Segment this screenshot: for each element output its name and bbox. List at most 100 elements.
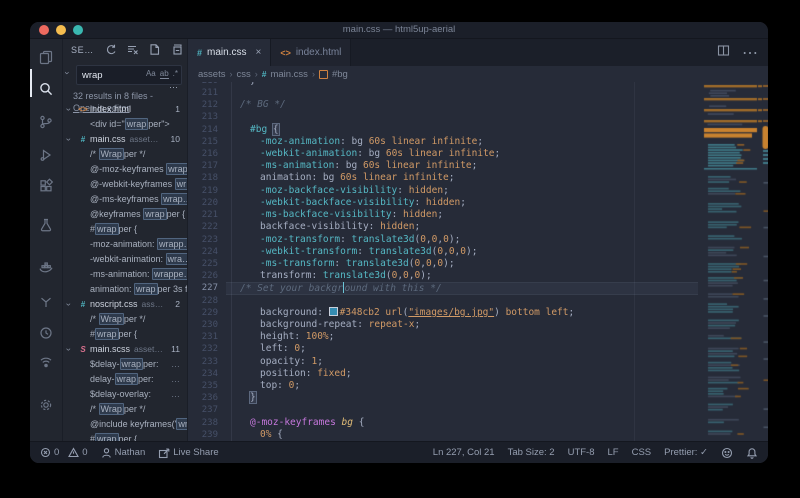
run-debug-icon[interactable] [30,143,62,167]
file-path-detail: asset… [130,134,159,144]
cursor-position[interactable]: Ln 227, Col 21 [433,447,495,458]
code-line[interactable]: 233opacity: 1; [188,356,768,368]
problems-errors[interactable]: 0 [40,447,59,458]
code-line[interactable]: 238@-moz-keyframes bg { [188,417,768,429]
clear-results-icon[interactable] [126,43,139,58]
code-line[interactable]: 229background: #348cb2 url("images/bg.jp… [188,307,768,319]
account-status[interactable]: Nathan [101,447,146,459]
explorer-icon[interactable] [30,45,62,69]
search-result-match-row[interactable]: -webkit-animation: wra… [63,252,187,267]
code-line[interactable]: 220-webkit-backface-visibility: hidden; [188,197,768,209]
search-result-match-row[interactable]: @include keyframes('wr… [63,417,187,432]
tab-index-html[interactable]: <> index.html [271,39,351,66]
code-line[interactable]: 211 [188,87,768,99]
search-result-match-row[interactable]: -moz-animation: wrapp… [63,237,187,252]
language-mode[interactable]: CSS [632,447,652,458]
search-result-match-row[interactable]: $delay-wrapper:… [63,357,187,372]
search-result-match-row[interactable]: /* Wrapper */ [63,402,187,417]
toggle-replace-chevron-icon[interactable]: › [63,72,73,75]
code-line[interactable]: 224-webkit-transform: translate3d(0,0,0)… [188,246,768,258]
tab-size-indicator[interactable]: Tab Size: 2 [508,447,555,458]
close-tab-icon[interactable]: × [255,47,261,58]
code-line[interactable]: 230background-repeat: repeat-x; [188,319,768,331]
search-result-match-row[interactable]: #wrapper { [63,222,187,237]
search-icon[interactable] [30,77,62,101]
settings-gear-icon[interactable] [30,393,62,417]
toggle-search-details-button[interactable]: ⋯ [169,82,179,93]
live-server-icon[interactable] [30,351,62,375]
terraform-icon[interactable] [30,290,62,314]
code-line[interactable]: 222backface-visibility: hidden; [188,221,768,233]
code-line[interactable]: 225-ms-transform: translate3d(0,0,0); [188,258,768,270]
code-line[interactable]: 236} [188,392,768,404]
code-line[interactable]: 215-moz-animation: bg 60s linear infinit… [188,136,768,148]
extensions-icon[interactable] [30,174,62,198]
search-result-match-row[interactable]: #wrapper { [63,432,187,441]
collapse-all-icon[interactable] [170,43,183,58]
code-line[interactable]: 226transform: translate3d(0,0,0); [188,270,768,282]
search-result-match-row[interactable]: $delay-overlay:… [63,387,187,402]
search-result-file-row[interactable]: ›Smain.scssasset…11 [63,342,187,357]
expand-chevron-icon[interactable]: › [63,348,76,351]
code-line[interactable]: 217-ms-animation: bg 60s linear infinite… [188,160,768,172]
more-actions-icon[interactable]: ⋯ [742,43,758,63]
breadcrumb-item[interactable]: css [236,69,250,80]
code-line[interactable]: 235top: 0; [188,380,768,392]
search-result-match-row[interactable]: <div id="wrapper"> [63,117,187,132]
search-result-file-row[interactable]: ›#noscript.cssass…2 [63,297,187,312]
prettier-status[interactable]: Prettier: ✓ [664,447,708,458]
search-result-match-row[interactable]: @-ms-keyframes wrap… [63,192,187,207]
breadcrumb-item[interactable]: assets [198,69,225,80]
source-control-icon[interactable] [30,110,62,134]
search-result-match-row[interactable]: /* Wrapper */ [63,312,187,327]
code-line[interactable]: 214#bg { [188,124,768,136]
search-result-match-row[interactable]: @-webkit-keyframes wr… [63,177,187,192]
search-result-file-row[interactable]: ›<>index.html1 [63,102,187,117]
code-line[interactable]: 218animation: bg 60s linear infinite; [188,172,768,184]
expand-chevron-icon[interactable]: › [63,108,76,111]
code-line[interactable]: 228 [188,295,768,307]
match-case-icon[interactable]: Aa [146,69,156,79]
breadcrumb-item[interactable]: main.css [270,69,307,80]
refresh-icon[interactable] [104,43,117,58]
code-line[interactable]: 231height: 100%; [188,331,768,343]
code-line[interactable]: 219-moz-backface-visibility: hidden; [188,185,768,197]
search-result-match-row[interactable]: @keyframes wrapper { [63,207,187,222]
regex-icon[interactable]: .* [173,69,178,79]
code-line[interactable]: 212/* BG */ [188,99,768,111]
code-editor[interactable]: 210}211212/* BG */213214#bg {215-moz-ani… [188,82,768,441]
code-line[interactable]: 234position: fixed; [188,368,768,380]
search-result-match-row[interactable]: #wrapper { [63,327,187,342]
code-line[interactable]: 223-moz-transform: translate3d(0,0,0); [188,234,768,246]
code-line[interactable]: 237 [188,404,768,416]
timeline-clock-icon[interactable] [30,321,62,345]
code-line[interactable]: 213 [188,111,768,123]
problems-warnings[interactable]: 0 [68,447,87,458]
notifications-bell-icon[interactable] [746,447,758,459]
search-result-match-row[interactable]: @-moz-keyframes wrap… [63,162,187,177]
search-result-match-row[interactable]: /* Wrapper */ [63,147,187,162]
tab-main-css[interactable]: # main.css × [188,39,271,66]
docker-icon[interactable] [30,255,62,279]
code-line[interactable]: 2390% { [188,429,768,441]
search-result-match-row[interactable]: -ms-animation: wrappe… [63,267,187,282]
expand-chevron-icon[interactable]: › [63,303,76,306]
feedback-smiley-icon[interactable] [721,447,733,459]
expand-chevron-icon[interactable]: › [63,138,76,141]
testing-beaker-icon[interactable] [30,213,62,237]
split-editor-icon[interactable] [717,44,730,62]
new-search-editor-icon[interactable] [148,43,161,58]
encoding-indicator[interactable]: UTF-8 [568,447,595,458]
search-result-match-row[interactable]: delay-wrapper:… [63,372,187,387]
search-input[interactable] [77,66,146,84]
code-line[interactable]: 216-webkit-animation: bg 60s linear infi… [188,148,768,160]
whole-word-icon[interactable]: ab [160,69,169,79]
code-line[interactable]: 221-ms-backface-visibility: hidden; [188,209,768,221]
code-line[interactable]: 232left: 0; [188,343,768,355]
eol-indicator[interactable]: LF [608,447,619,458]
code-line[interactable]: 227/* Set your background with this */ [188,282,768,294]
live-share-button[interactable]: Live Share [158,447,218,459]
search-result-match-row[interactable]: animation: wrapper 3s f… [63,282,187,297]
breadcrumb-item[interactable]: #bg [332,69,348,80]
search-result-file-row[interactable]: ›#main.cssasset…10 [63,132,187,147]
